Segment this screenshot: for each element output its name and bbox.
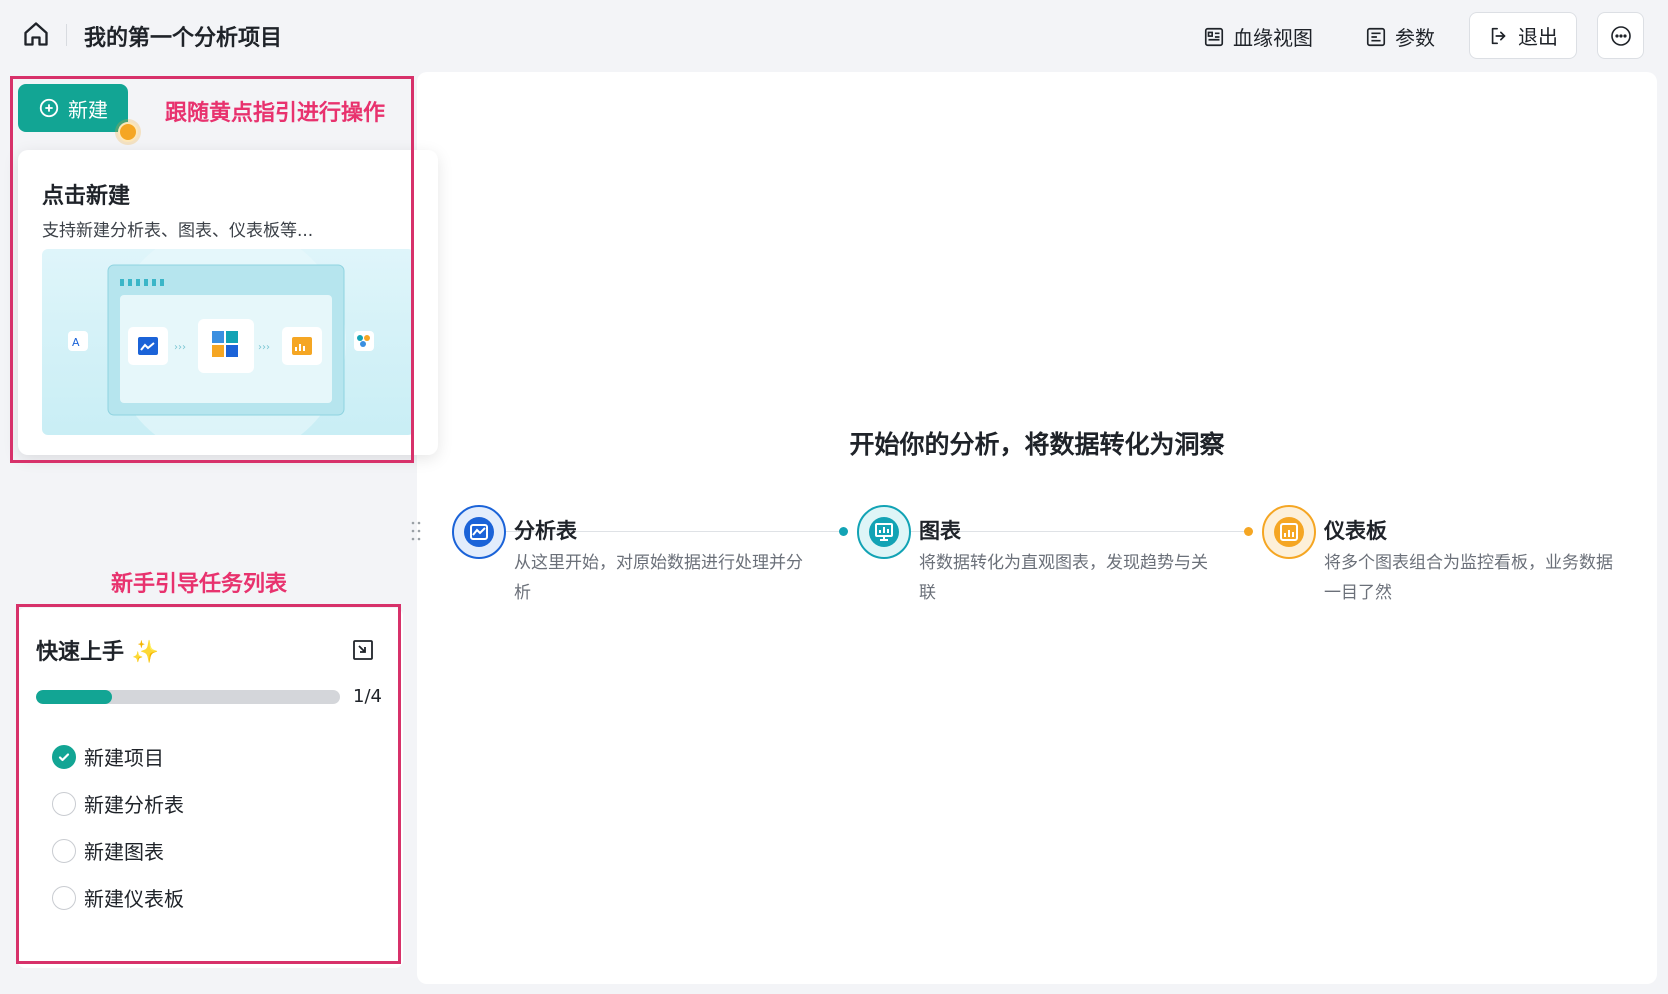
top-divider	[66, 24, 67, 46]
analysis-table-icon	[452, 505, 506, 559]
main-panel	[417, 72, 1657, 984]
exit-button[interactable]: 退出	[1469, 12, 1577, 59]
top-bar: 我的第一个分析项目 血缘视图 参数 退出	[0, 0, 1668, 70]
step-description: 将数据转化为直观图表，发现趋势与关联	[919, 553, 1208, 603]
flow-dot-2	[1244, 527, 1253, 536]
step-description: 从这里开始，对原始数据进行处理并分析	[514, 553, 803, 603]
home-icon	[24, 22, 48, 46]
params-button[interactable]: 参数	[1365, 22, 1435, 51]
hero-title: 开始你的分析，将数据转化为洞察	[849, 430, 1225, 459]
exit-label: 退出	[1518, 25, 1558, 49]
params-label: 参数	[1395, 26, 1435, 50]
lineage-icon	[1204, 27, 1224, 46]
step-title: 分析表	[514, 519, 577, 543]
lineage-view-label: 血缘视图	[1233, 26, 1313, 50]
annotation-box-tasks	[16, 604, 401, 964]
step-title: 仪表板	[1324, 519, 1387, 543]
annotation-follow-guide: 跟随黄点指引进行操作	[165, 101, 386, 126]
project-title: 我的第一个分析项目	[84, 26, 283, 51]
params-icon	[1366, 27, 1386, 46]
step-title: 图表	[919, 519, 961, 543]
more-button[interactable]	[1597, 12, 1644, 59]
logout-icon	[1491, 27, 1506, 44]
more-icon	[1610, 25, 1631, 46]
home-button[interactable]	[20, 18, 52, 50]
resize-handle[interactable]	[410, 520, 422, 542]
annotation-task-list: 新手引导任务列表	[111, 572, 288, 597]
flow-dot-1	[839, 527, 848, 536]
step-description: 将多个图表组合为监控看板，业务数据一目了然	[1324, 553, 1613, 603]
dashboard-icon	[1262, 505, 1316, 559]
lineage-view-button[interactable]: 血缘视图	[1203, 22, 1313, 51]
drag-handle-icon	[411, 521, 421, 541]
annotation-box-new	[10, 76, 414, 463]
chart-icon	[857, 505, 911, 559]
